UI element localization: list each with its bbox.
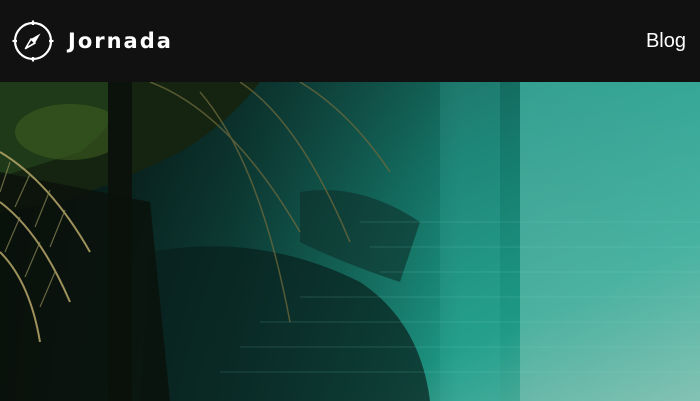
brand-name: Jornada [68, 29, 173, 53]
compass-icon [12, 20, 54, 62]
hero-image [0, 82, 700, 401]
brand-link[interactable]: Jornada [12, 20, 173, 62]
lagoon-photo [0, 82, 700, 401]
top-navbar: Jornada Blog [0, 0, 700, 82]
nav-link-blog[interactable]: Blog [646, 30, 686, 53]
